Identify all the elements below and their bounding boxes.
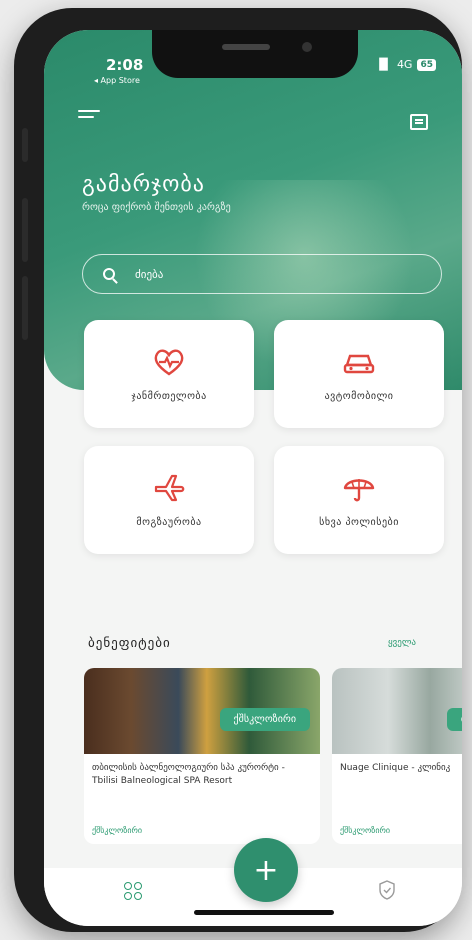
umbrella-icon <box>343 478 375 501</box>
category-other-card[interactable]: სხვა პოლისები <box>274 446 444 554</box>
benefit-link[interactable]: ქშსკლოზირი <box>92 826 142 835</box>
network-type: 4G <box>396 58 413 71</box>
category-label: ავტომობილი <box>324 390 394 402</box>
battery-icon: 65 <box>417 58 436 71</box>
grid-icon[interactable] <box>124 882 142 900</box>
shield-check-icon[interactable] <box>378 880 396 900</box>
mute-switch <box>22 128 28 162</box>
phone-frame: 2:08 ◂ App Store ▐▌ 4G 65 გამარჯობა როცა… <box>14 8 462 932</box>
status-indicators: ▐▌ 4G 65 <box>375 58 436 71</box>
search-icon <box>103 268 115 280</box>
benefit-tag: ქშსკლოზირი <box>219 708 310 731</box>
category-label: სხვა პოლისები <box>319 516 399 528</box>
message-icon[interactable] <box>410 114 428 130</box>
greeting-title: გამარჯობა <box>82 172 205 197</box>
plane-icon <box>154 474 185 501</box>
benefit-text: თბილისის ბალნეოლოგიური სპა კურორტი - Tbi… <box>92 763 285 786</box>
app-screen: 2:08 ◂ App Store ▐▌ 4G 65 გამარჯობა როცა… <box>44 30 462 926</box>
benefit-card[interactable]: ქშსკლოზირი თბილისის ბალნეოლოგიური სპა კუ… <box>84 668 320 844</box>
benefit-card[interactable]: ბ Nuage Clinique - კლინიკ ქშსკლოზირი <box>332 668 462 844</box>
menu-icon[interactable] <box>78 110 100 126</box>
benefit-tag: ბ <box>446 708 462 731</box>
volume-up-button <box>22 198 28 262</box>
home-indicator <box>194 910 334 915</box>
signal-icon: ▐▌ <box>375 58 392 71</box>
search-placeholder: ძიება <box>135 267 164 281</box>
benefits-title: ბენეფიტები <box>88 636 171 651</box>
benefit-image <box>332 668 462 754</box>
category-travel-card[interactable]: მოგზაურობა <box>84 446 254 554</box>
search-input[interactable]: ძიება <box>82 254 442 294</box>
camera <box>302 42 312 52</box>
add-button[interactable]: + <box>234 838 298 902</box>
notch <box>152 30 358 78</box>
category-label: ჯანმრთელობა <box>131 390 207 402</box>
category-health-card[interactable]: ჯანმრთელობა <box>84 320 254 428</box>
see-all-link[interactable]: ყველა <box>388 638 416 648</box>
speaker <box>222 44 270 50</box>
car-icon <box>343 354 375 373</box>
back-to-app-store[interactable]: ◂ App Store <box>94 76 140 85</box>
heart-pulse-icon <box>154 349 184 375</box>
benefit-text: Nuage Clinique - კლინიკ <box>340 763 451 773</box>
category-auto-card[interactable]: ავტომობილი <box>274 320 444 428</box>
status-time: 2:08 <box>106 56 144 74</box>
volume-down-button <box>22 276 28 340</box>
category-label: მოგზაურობა <box>136 516 202 528</box>
greeting-subtitle: როცა ფიქრობ შენთვის კარგზე <box>82 202 231 213</box>
benefit-link[interactable]: ქშსკლოზირი <box>340 826 390 835</box>
